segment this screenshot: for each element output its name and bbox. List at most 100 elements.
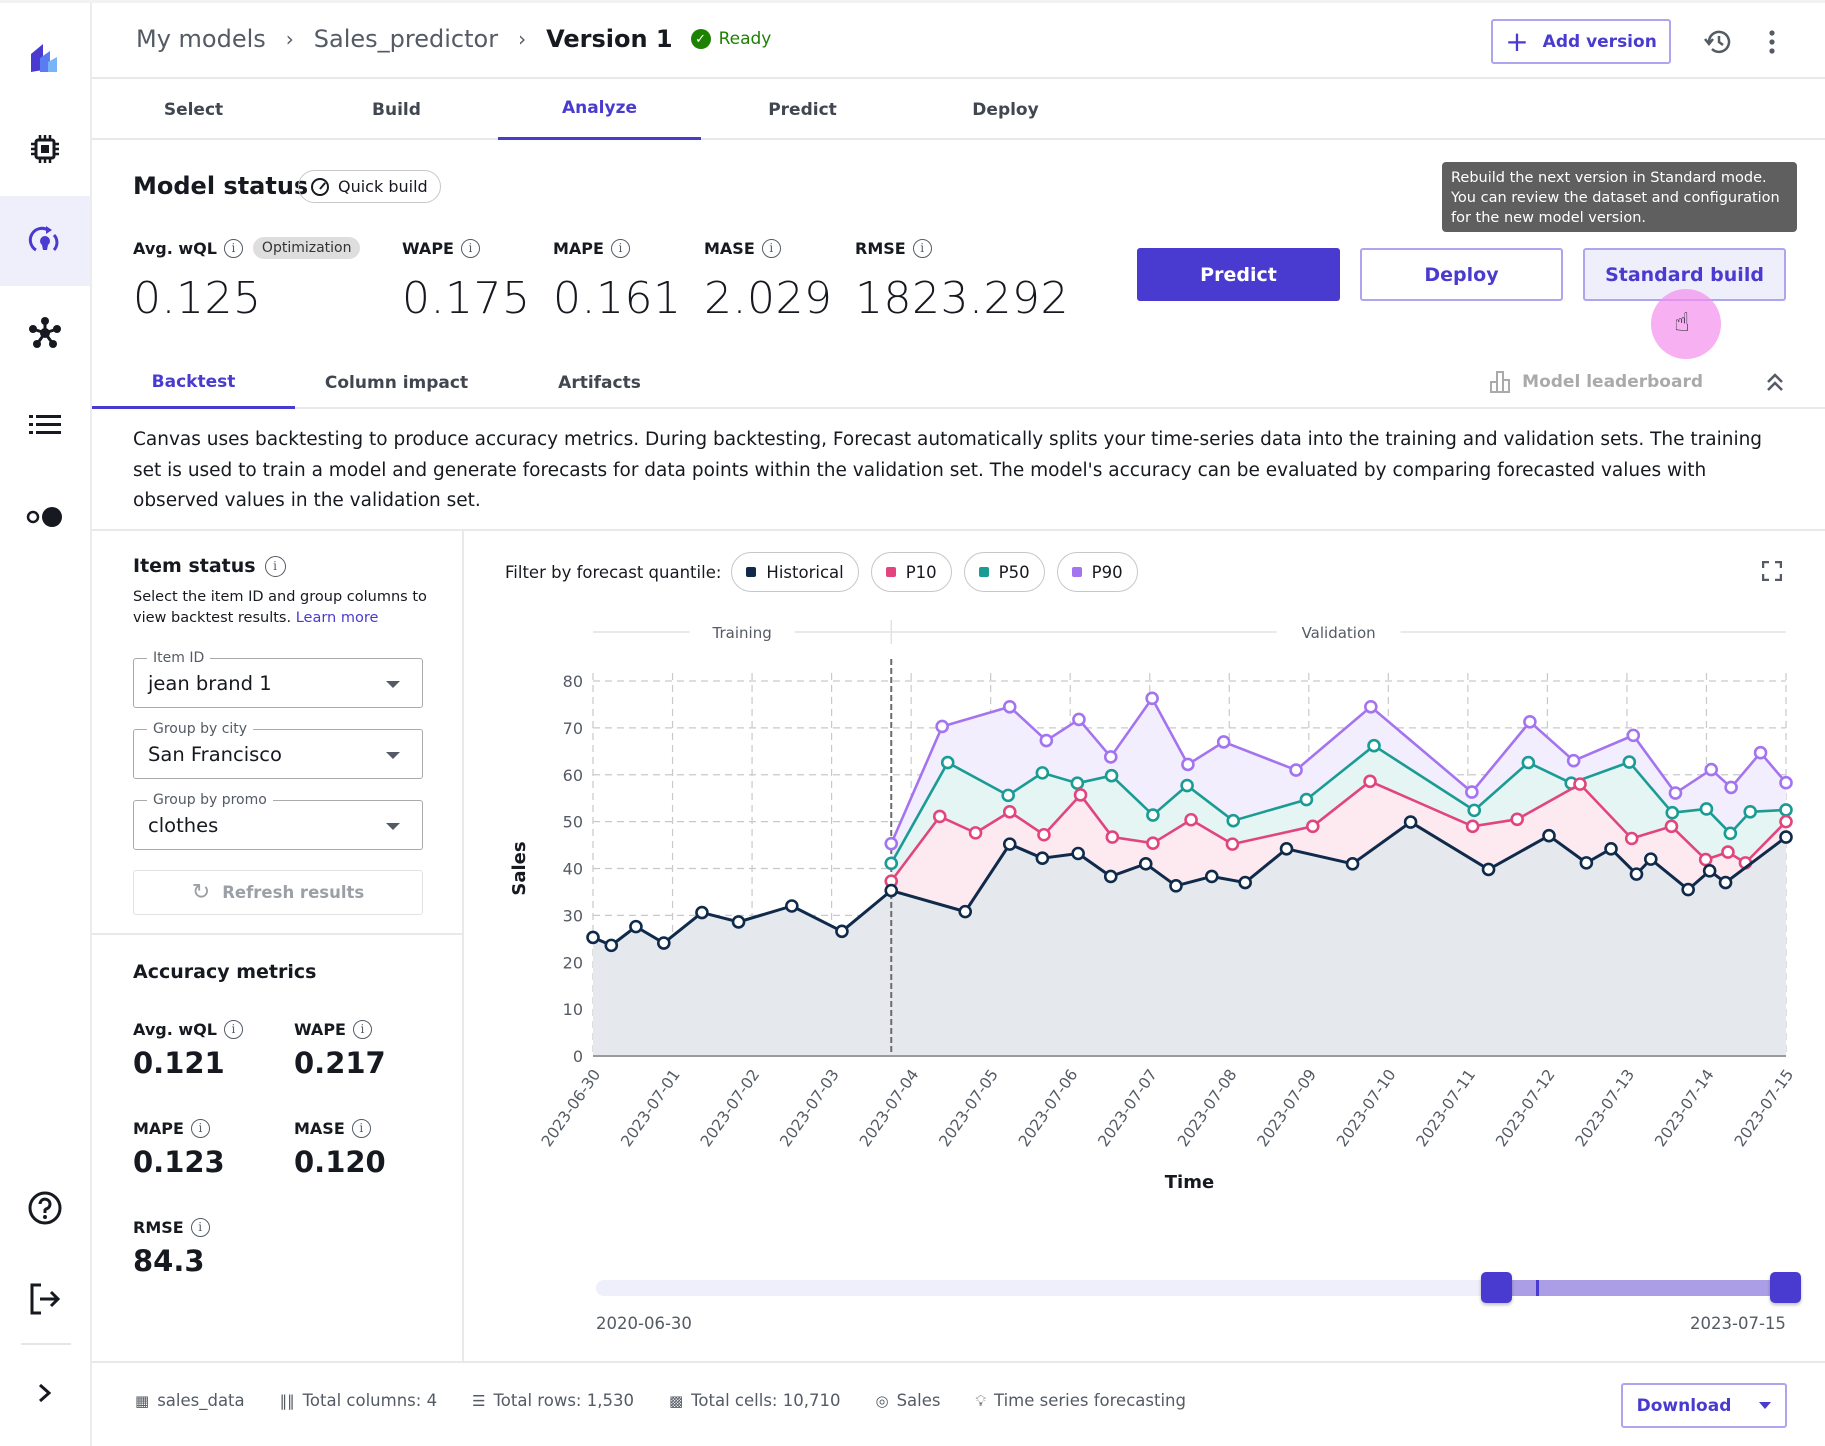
- metric-mape: MAPE i 0.161: [553, 233, 681, 324]
- y-tick-label: 30: [563, 906, 583, 925]
- breadcrumb-separator-icon: ›: [285, 27, 294, 51]
- chip-p50[interactable]: P50: [963, 552, 1045, 592]
- info-icon[interactable]: i: [460, 238, 480, 258]
- x-tick-label: 2023-07-08: [1174, 1066, 1240, 1150]
- collapse-button[interactable]: [1763, 371, 1787, 395]
- slider-start-handle[interactable]: [1480, 1272, 1512, 1303]
- point-historical: [785, 899, 799, 913]
- x-tick-label: 2023-07-09: [1254, 1066, 1320, 1150]
- point-historical: [1629, 867, 1644, 881]
- nav-datasets[interactable]: [0, 380, 90, 470]
- predict-button[interactable]: Predict: [1137, 248, 1340, 301]
- breadcrumb-my-models[interactable]: My models: [136, 25, 266, 53]
- cells-icon: ▩: [668, 1391, 684, 1410]
- metric-value: 0.175: [402, 273, 531, 324]
- point-p50: [1104, 768, 1119, 783]
- point-p90: [1181, 757, 1195, 772]
- point-p90: [1566, 753, 1581, 768]
- group-by-city-select[interactable]: Group by city San Francisco: [133, 720, 423, 779]
- help-icon: [28, 1191, 62, 1225]
- subtab-column-impact[interactable]: Column impact: [295, 357, 498, 409]
- point-p10: [1002, 804, 1017, 819]
- chip-p90[interactable]: P90: [1056, 552, 1138, 592]
- nav-toggle-mode[interactable]: [0, 472, 90, 562]
- tab-analyze[interactable]: Analyze: [498, 79, 701, 140]
- point-p50: [1226, 813, 1241, 828]
- x-tick-label: 2023-07-13: [1572, 1066, 1638, 1150]
- info-icon[interactable]: i: [912, 238, 932, 258]
- x-tick-label: 2023-07-01: [617, 1066, 683, 1150]
- point-p10: [1510, 812, 1524, 827]
- tab-select[interactable]: Select: [92, 79, 295, 140]
- model-leaderboard-button[interactable]: Model leaderboard: [1490, 371, 1703, 393]
- point-historical: [1481, 862, 1496, 877]
- x-tick-label: 2023-07-12: [1492, 1066, 1558, 1150]
- date-range-slider[interactable]: [596, 1272, 1801, 1303]
- breadcrumb-sales-predictor[interactable]: Sales_predictor: [314, 25, 498, 53]
- app-logo[interactable]: [0, 13, 90, 103]
- point-p90: [1626, 728, 1641, 743]
- info-icon[interactable]: i: [190, 1118, 210, 1138]
- subtab-backtest[interactable]: Backtest: [92, 357, 295, 409]
- accuracy-mase: MASE i 0.120: [294, 1117, 386, 1179]
- info-icon[interactable]: i: [223, 1019, 243, 1039]
- point-p10: [1105, 830, 1120, 844]
- accuracy-metrics-title: Accuracy metrics: [133, 961, 317, 983]
- download-label: Download: [1636, 1395, 1732, 1416]
- chip-p10[interactable]: P10: [870, 552, 952, 592]
- columns-icon: ‖‖: [279, 1391, 295, 1410]
- nav-my-models[interactable]: [0, 196, 90, 286]
- add-version-button[interactable]: + Add version: [1491, 19, 1671, 64]
- backtest-description: Canvas uses backtesting to produce accur…: [133, 429, 1763, 511]
- point-p90: [1704, 762, 1719, 777]
- footer-item-cells: ▩ Total cells: 10,710: [669, 1391, 841, 1410]
- point-historical: [1071, 846, 1085, 861]
- nav-sign-out[interactable]: [0, 1254, 90, 1344]
- point-historical: [1779, 830, 1793, 844]
- workflow-tabs: Select Build Analyze Predict Deploy: [92, 79, 1825, 140]
- nav-expand[interactable]: [0, 1348, 90, 1438]
- tab-predict[interactable]: Predict: [701, 79, 904, 140]
- refresh-results-button[interactable]: ↻ Refresh results: [133, 870, 423, 915]
- group-by-promo-select[interactable]: Group by promo clothes: [133, 791, 423, 850]
- deploy-button[interactable]: Deploy: [1360, 248, 1563, 301]
- info-icon[interactable]: i: [190, 1217, 210, 1237]
- download-button[interactable]: Download: [1621, 1383, 1787, 1428]
- point-p50: [1665, 805, 1680, 820]
- fullscreen-button[interactable]: [1761, 560, 1783, 582]
- point-historical: [1002, 837, 1017, 851]
- x-tick-label: 2023-07-14: [1651, 1066, 1717, 1150]
- chip-label: P10: [905, 562, 937, 582]
- quick-build-label: Quick build: [338, 177, 428, 196]
- version-history-button[interactable]: [1703, 27, 1733, 57]
- metric-rmse: RMSE i 1823.292: [855, 233, 1069, 324]
- slider-split-marker: [1536, 1280, 1540, 1296]
- slider-end-handle[interactable]: [1770, 1272, 1801, 1303]
- info-icon[interactable]: i: [352, 1019, 372, 1039]
- learn-more-link[interactable]: Learn more: [296, 610, 379, 626]
- more-options-button[interactable]: [1757, 27, 1787, 57]
- info-icon[interactable]: i: [223, 238, 243, 258]
- accuracy-rmse: RMSE i 84.3: [133, 1216, 210, 1278]
- chip-label: Historical: [766, 562, 844, 582]
- check-circle-icon: ✓: [690, 29, 711, 49]
- chip-historical[interactable]: Historical: [731, 552, 859, 592]
- double-chevron-up-icon: [1767, 373, 1783, 391]
- gauge-icon: [311, 177, 329, 196]
- section-label-validation: Validation: [1302, 624, 1376, 642]
- nav-ready-to-use-models[interactable]: [0, 104, 90, 194]
- caret-down-icon: [386, 823, 400, 830]
- item-id-select[interactable]: Item ID jean brand 1: [133, 649, 423, 708]
- info-icon[interactable]: i: [761, 238, 781, 258]
- tab-build[interactable]: Build: [295, 79, 498, 140]
- info-icon[interactable]: i: [351, 1118, 371, 1138]
- info-icon[interactable]: i: [264, 555, 286, 577]
- nav-data-wrangler[interactable]: [0, 288, 90, 378]
- subtab-artifacts[interactable]: Artifacts: [498, 357, 701, 409]
- tab-deploy[interactable]: Deploy: [904, 79, 1107, 140]
- point-historical: [1702, 864, 1717, 878]
- y-axis-title: Sales: [509, 841, 530, 895]
- footer-text: sales_data: [157, 1391, 245, 1410]
- nav-help[interactable]: [0, 1163, 90, 1253]
- info-icon[interactable]: i: [610, 238, 630, 258]
